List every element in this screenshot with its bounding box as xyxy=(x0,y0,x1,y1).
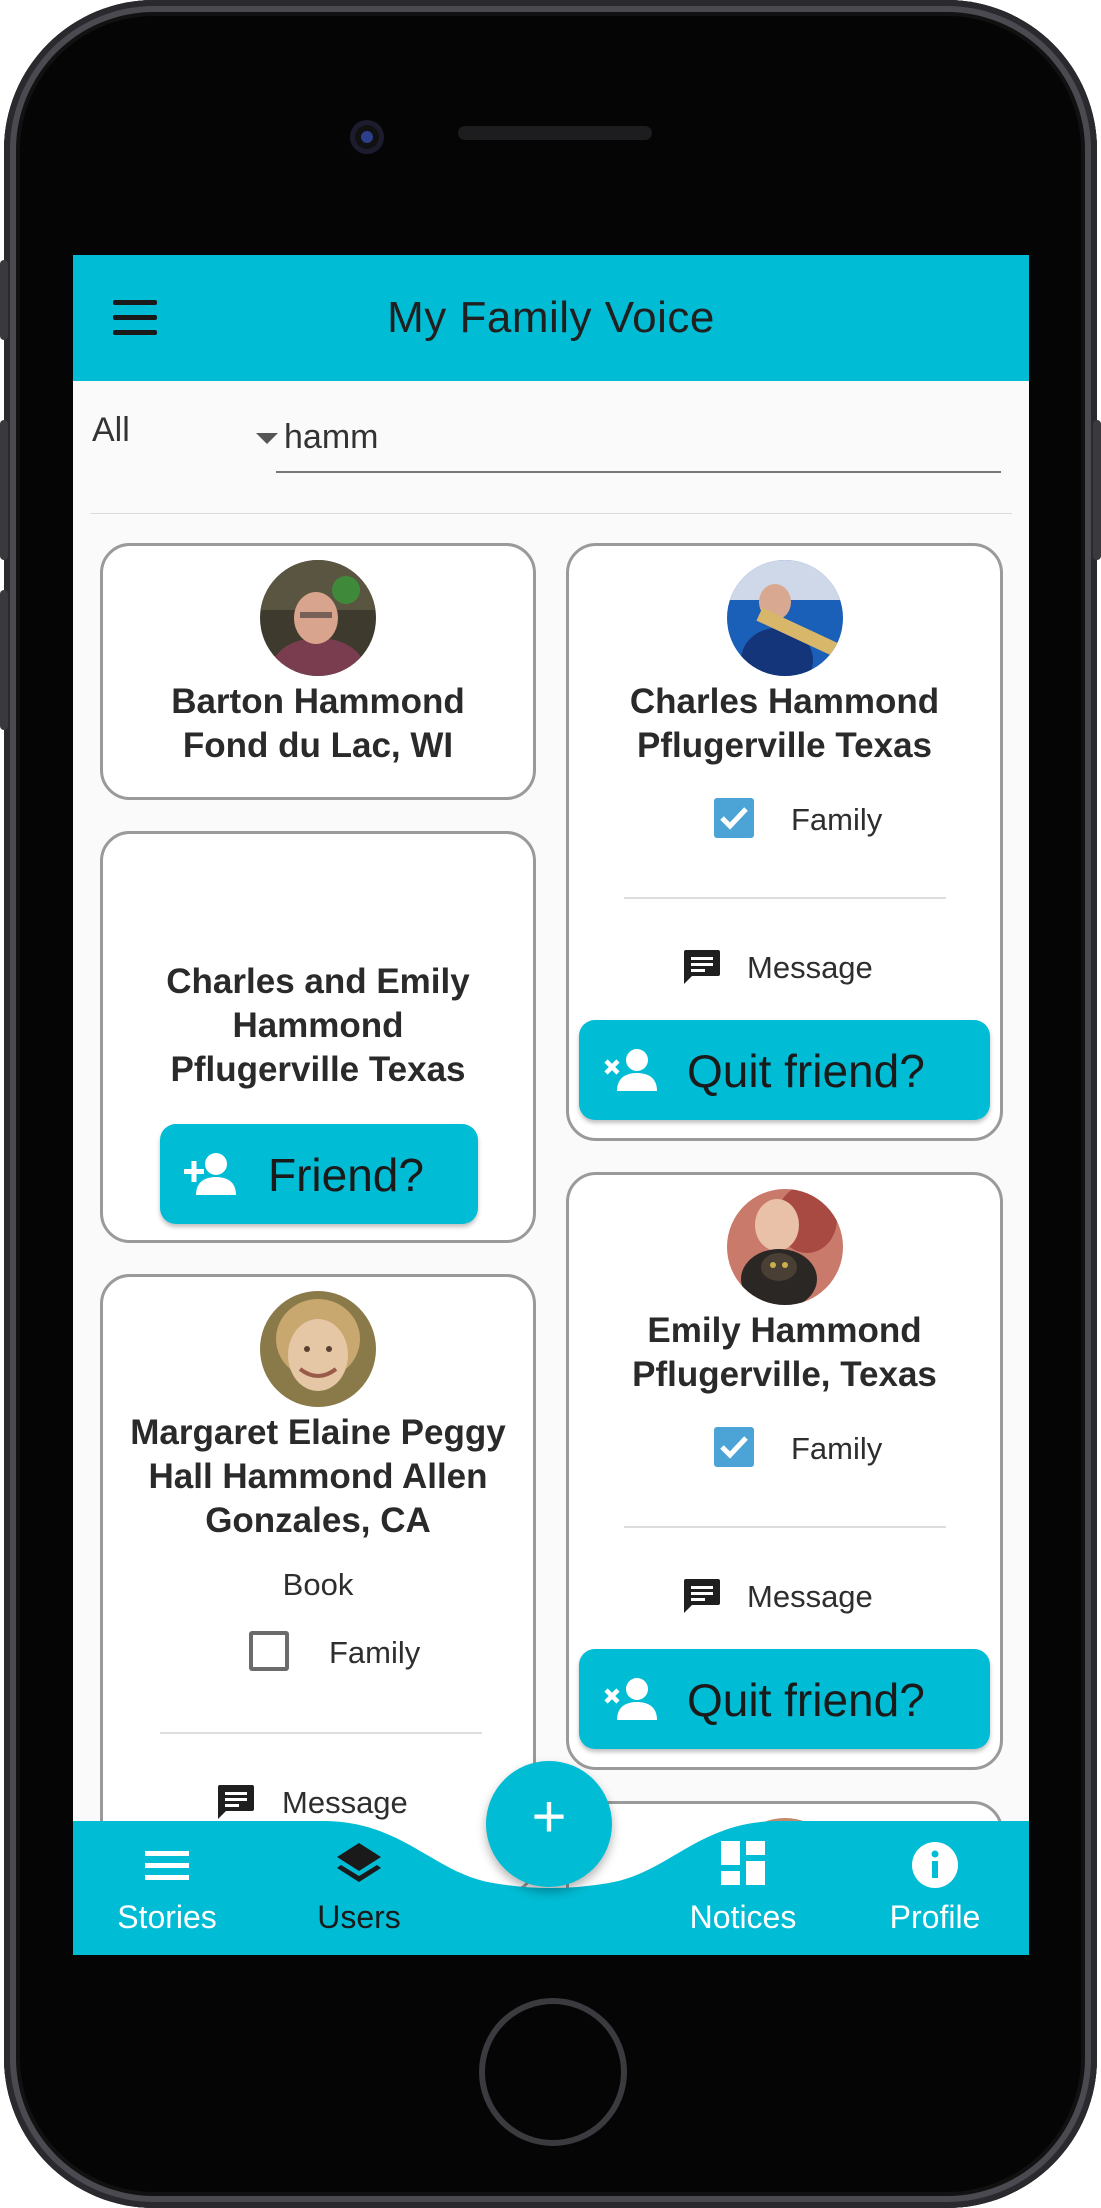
friend-button[interactable]: Friend? xyxy=(160,1124,478,1224)
avatar xyxy=(260,560,376,676)
user-name: Emily Hammond Pflugerville, Texas xyxy=(632,1311,937,1394)
stories-icon xyxy=(145,1851,189,1880)
book-label: Book xyxy=(282,1567,354,1602)
users-icon xyxy=(337,1843,381,1882)
nav-profile-label: Profile xyxy=(889,1899,981,1935)
earpiece-speaker xyxy=(458,126,652,140)
avatar xyxy=(726,1189,843,1305)
user-name: Barton Hammond Fond du Lac, WI xyxy=(171,682,465,765)
quit-friend-label: Quit friend? xyxy=(687,1045,925,1097)
card-divider xyxy=(624,1526,946,1528)
family-row: Family xyxy=(569,1423,1000,1473)
nav-notices-label: Notices xyxy=(689,1899,797,1935)
mute-switch xyxy=(0,260,8,340)
message-label: Message xyxy=(282,1785,408,1820)
avatar xyxy=(726,560,843,676)
message-button[interactable]: Message xyxy=(682,942,912,992)
notices-icon xyxy=(721,1841,765,1885)
nav-users[interactable]: Users xyxy=(279,1821,439,1955)
check-icon xyxy=(720,807,748,830)
message-button[interactable]: Message xyxy=(682,1571,912,1621)
quit-friend-button[interactable]: Quit friend? xyxy=(579,1649,990,1749)
user-name: Margaret Elaine Peggy Hall Hammond Allen… xyxy=(130,1413,506,1540)
family-label: Family xyxy=(791,802,883,837)
front-camera xyxy=(350,120,384,154)
family-row: Family xyxy=(103,1629,533,1679)
app-screen: My Family Voice All Barton Hammond Fond … xyxy=(73,255,1029,1955)
quit-friend-label: Quit friend? xyxy=(687,1674,925,1726)
family-checkbox[interactable] xyxy=(714,1427,754,1467)
user-name: Charles and Emily Hammond Pflugerville T… xyxy=(166,962,470,1089)
card-divider xyxy=(624,897,946,899)
user-name: Charles Hammond Pflugerville Texas xyxy=(629,682,940,765)
person-remove-icon xyxy=(604,1678,657,1720)
search-input[interactable] xyxy=(276,403,1001,473)
friend-button-label: Friend? xyxy=(268,1149,424,1201)
check-icon xyxy=(720,1436,748,1459)
family-checkbox[interactable] xyxy=(714,798,754,838)
person-remove-icon xyxy=(604,1049,657,1091)
message-icon xyxy=(218,1785,254,1819)
divider xyxy=(90,513,1012,514)
user-card-charles-emily[interactable]: Charles and Emily Hammond Pflugerville T… xyxy=(100,831,536,1243)
user-card-charles[interactable]: Charles Hammond Pflugerville Texas Famil… xyxy=(566,543,1003,1141)
card-divider xyxy=(160,1732,482,1734)
plus-icon: + xyxy=(531,1783,567,1850)
volume-up-button xyxy=(0,420,8,560)
message-icon xyxy=(684,1579,720,1613)
family-label: Family xyxy=(791,1431,883,1466)
profile-icon xyxy=(912,1842,958,1888)
user-card-margaret[interactable]: Margaret Elaine Peggy Hall Hammond Allen… xyxy=(100,1274,536,1894)
dropdown-caret-icon xyxy=(256,433,278,444)
family-label: Family xyxy=(329,1635,421,1670)
app-title: My Family Voice xyxy=(387,293,715,342)
message-button[interactable]: Message xyxy=(216,1777,446,1827)
nav-notices[interactable]: Notices xyxy=(663,1821,823,1955)
message-label: Message xyxy=(747,1579,873,1614)
nav-profile[interactable]: Profile xyxy=(855,1821,1015,1955)
filter-value: All xyxy=(92,411,130,449)
add-fab-button[interactable]: + xyxy=(486,1761,612,1887)
message-icon xyxy=(684,950,720,984)
avatar xyxy=(260,1291,376,1407)
user-card-barton[interactable]: Barton Hammond Fond du Lac, WI xyxy=(100,543,536,800)
family-checkbox[interactable] xyxy=(249,1631,289,1671)
message-label: Message xyxy=(747,950,873,985)
nav-users-label: Users xyxy=(317,1899,401,1935)
volume-down-button xyxy=(0,590,8,730)
home-button[interactable] xyxy=(479,1998,627,2146)
quit-friend-button[interactable]: Quit friend? xyxy=(579,1020,990,1120)
app-bar: My Family Voice xyxy=(73,255,1029,381)
user-card-emily[interactable]: Emily Hammond Pflugerville, Texas Family… xyxy=(566,1172,1003,1770)
family-row: Family xyxy=(569,794,1000,844)
nav-stories-label: Stories xyxy=(117,1899,217,1935)
person-add-icon xyxy=(184,1153,236,1195)
filter-dropdown[interactable]: All xyxy=(92,411,278,471)
nav-stories[interactable]: Stories xyxy=(87,1821,247,1955)
power-button xyxy=(1093,420,1101,560)
